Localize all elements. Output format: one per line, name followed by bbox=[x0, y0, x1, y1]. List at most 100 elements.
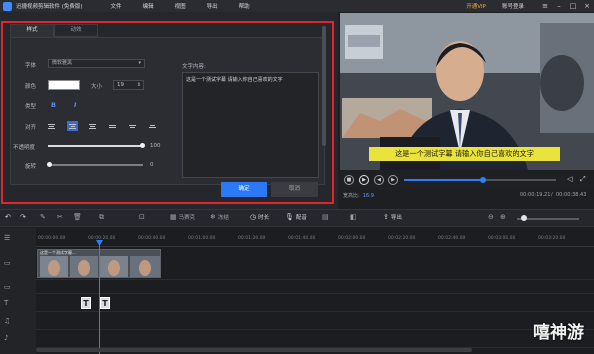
opacity-value: 100 bbox=[150, 143, 161, 149]
freeze-icon: ❄ bbox=[210, 213, 216, 221]
align-center-icon[interactable] bbox=[67, 121, 78, 131]
current-time: 00:00:19.21 bbox=[520, 192, 551, 198]
clip-label: 这是一个测试字幕... bbox=[40, 250, 76, 255]
ruler-tick: 00:01:00.00 bbox=[188, 236, 216, 241]
mosaic-label: 马赛克 bbox=[178, 215, 196, 221]
text-track[interactable] bbox=[36, 294, 594, 312]
volume-icon[interactable]: ◁ bbox=[567, 175, 572, 183]
audio-track-icon[interactable]: ▭ bbox=[4, 283, 11, 291]
music-track-icon[interactable]: ♫ bbox=[4, 317, 10, 325]
mosaic-button[interactable]: ▦ 马赛克 bbox=[170, 213, 195, 221]
music-track[interactable] bbox=[36, 312, 594, 330]
ruler-tick: 00:00:40.00 bbox=[138, 236, 166, 241]
subtitle-overlay: 这是一个测试字幕 请输入你自己喜欢的文字 bbox=[369, 147, 560, 161]
minimize-icon[interactable]: – bbox=[552, 2, 566, 10]
opacity-label: 不透明度 bbox=[13, 145, 36, 151]
voice-track[interactable] bbox=[36, 330, 594, 348]
stop-icon[interactable]: ■ bbox=[344, 175, 354, 185]
menu-bar: 文件 编辑 视图 导出 帮助 bbox=[111, 2, 271, 10]
cancel-button[interactable]: 取消 bbox=[271, 182, 318, 197]
prev-frame-icon[interactable]: ◀ bbox=[374, 175, 384, 185]
edit-icon[interactable]: ✎ bbox=[40, 213, 48, 221]
rotate-slider-handle[interactable] bbox=[47, 162, 52, 167]
duration-label: 时长 bbox=[258, 215, 270, 221]
delete-icon[interactable]: 🗑 bbox=[73, 213, 84, 221]
confirm-button[interactable]: 确定 bbox=[221, 182, 267, 197]
zoom-in-icon[interactable]: ⊕ bbox=[500, 213, 508, 221]
align-left-icon[interactable] bbox=[46, 121, 57, 131]
align-right-icon[interactable] bbox=[87, 121, 98, 131]
audio-track[interactable] bbox=[36, 280, 594, 294]
ruler-tick: 00:02:00.00 bbox=[338, 236, 366, 241]
bold-button[interactable]: B bbox=[51, 101, 56, 109]
duration-button[interactable]: ◷ 时长 bbox=[250, 213, 269, 221]
mosaic-icon: ▦ bbox=[170, 213, 177, 221]
vip-button[interactable]: 开通VIP bbox=[466, 2, 486, 10]
voice-track-icon[interactable]: ♪ bbox=[4, 334, 8, 342]
export-label: 导出 bbox=[390, 215, 402, 221]
aspect-value: 16:9 bbox=[362, 193, 374, 199]
ruler-tick: 00:00:00.00 bbox=[38, 236, 66, 241]
crop-icon[interactable]: ⊡ bbox=[139, 213, 147, 221]
font-select[interactable]: 微软雅黑 ▾ bbox=[48, 59, 145, 68]
menu-export[interactable]: 导出 bbox=[207, 2, 218, 10]
size-value: 19 bbox=[117, 82, 124, 88]
tab-style[interactable]: 样式 bbox=[10, 24, 54, 37]
maximize-icon[interactable]: □ bbox=[566, 2, 580, 10]
text-track-icon[interactable]: T bbox=[4, 299, 8, 307]
rotate-slider[interactable] bbox=[48, 164, 143, 166]
opacity-slider-handle[interactable] bbox=[140, 143, 145, 148]
size-stepper[interactable]: 19 ⇕ bbox=[113, 80, 144, 90]
aspect-label: 宽高比: bbox=[343, 193, 360, 199]
text-content-input[interactable]: 这是一个测试字幕 请输入你自己喜欢的文字 bbox=[182, 72, 319, 178]
zoom-out-icon[interactable]: ⊖ bbox=[488, 213, 496, 221]
copy-icon[interactable]: ⧉ bbox=[99, 213, 106, 222]
menu-file[interactable]: 文件 bbox=[111, 2, 122, 10]
color-swatch[interactable] bbox=[48, 80, 80, 90]
progress-handle[interactable] bbox=[480, 177, 486, 183]
aspect-ratio[interactable]: 宽高比: 16:9 bbox=[343, 192, 374, 199]
dub-button[interactable]: 🎙 配音 bbox=[285, 213, 307, 221]
export-button[interactable]: ⇪ 导出 bbox=[383, 213, 402, 221]
align-top-icon[interactable] bbox=[107, 121, 118, 131]
spinner-icon[interactable]: ⇕ bbox=[137, 81, 141, 89]
filter-tool-icon[interactable]: ◧ bbox=[350, 213, 359, 221]
undo-icon[interactable]: ↶ bbox=[5, 213, 13, 221]
italic-button[interactable]: I bbox=[74, 101, 76, 109]
total-time: 00:00:38.43 bbox=[556, 192, 587, 198]
play-icon[interactable]: ▶ bbox=[359, 175, 369, 185]
freeze-label: 冻结 bbox=[217, 215, 229, 221]
next-frame-icon[interactable]: ▶ bbox=[388, 175, 398, 185]
tab-animation[interactable]: 动效 bbox=[54, 24, 98, 37]
fullscreen-icon[interactable]: ⤢ bbox=[580, 175, 586, 184]
freeze-button[interactable]: ❄ 冻结 bbox=[210, 213, 229, 221]
redo-icon[interactable]: ↷ bbox=[20, 213, 28, 221]
title-right: 开通VIP 账号登录 ≡ – □ × bbox=[466, 0, 594, 12]
text-clip-2[interactable]: T bbox=[100, 297, 110, 309]
close-icon[interactable]: × bbox=[580, 2, 594, 10]
dub-label: 配音 bbox=[295, 215, 307, 221]
subtitle-tool-icon[interactable]: ▤ bbox=[322, 213, 331, 221]
menu-icon[interactable]: ≡ bbox=[538, 2, 552, 10]
menu-help[interactable]: 帮助 bbox=[239, 2, 250, 10]
clock-icon: ◷ bbox=[250, 213, 257, 221]
rotate-value: 0 bbox=[150, 162, 154, 168]
app-title: 迅捷视频剪辑软件 (免费版) bbox=[16, 4, 83, 10]
panel-scrollbar[interactable] bbox=[322, 26, 326, 146]
ruler-tick: 00:02:20.00 bbox=[388, 236, 416, 241]
playhead[interactable] bbox=[99, 240, 100, 354]
title-bar: 迅捷视频剪辑软件 (免费版) 文件 编辑 视图 导出 帮助 开通VIP 账号登录… bbox=[0, 0, 594, 12]
cut-icon[interactable]: ✂ bbox=[57, 213, 65, 221]
align-bottom-icon[interactable] bbox=[147, 121, 158, 131]
time-separator: / bbox=[551, 192, 553, 198]
track-list-icon[interactable]: ☰ bbox=[4, 234, 10, 242]
zoom-slider-handle[interactable] bbox=[521, 215, 527, 221]
text-clip-1[interactable]: T bbox=[81, 297, 91, 309]
menu-edit[interactable]: 编辑 bbox=[143, 2, 154, 10]
watermark: 嘻神游 bbox=[533, 323, 584, 343]
login-button[interactable]: 账号登录 bbox=[502, 2, 524, 10]
align-middle-icon[interactable] bbox=[127, 121, 138, 131]
timeline-scrollbar[interactable] bbox=[36, 348, 472, 352]
video-track-icon[interactable]: ▭ bbox=[4, 259, 11, 267]
menu-view[interactable]: 视图 bbox=[175, 2, 186, 10]
